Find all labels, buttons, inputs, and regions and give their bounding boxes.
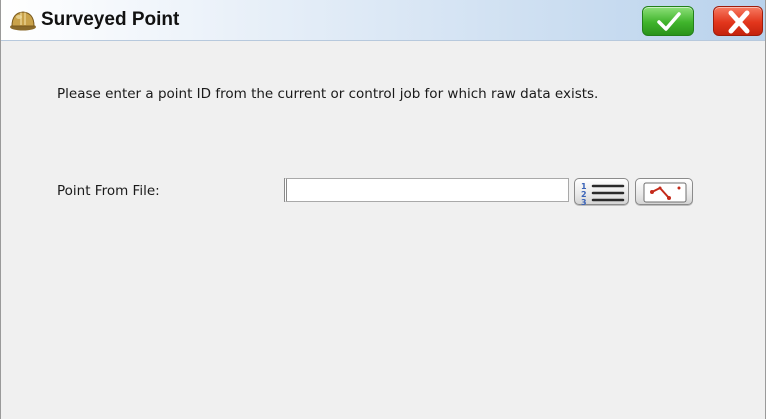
map-select-button[interactable] bbox=[635, 178, 693, 205]
point-from-file-input[interactable] bbox=[284, 178, 569, 202]
instruction-text: Please enter a point ID from the current… bbox=[57, 86, 599, 102]
point-list-button[interactable]: 1 2 3 bbox=[574, 178, 629, 206]
map-select-icon bbox=[643, 182, 687, 203]
point-from-file-label: Point From File: bbox=[57, 183, 160, 199]
close-button[interactable] bbox=[713, 6, 763, 36]
svg-text:3: 3 bbox=[581, 198, 587, 206]
numbered-list-icon: 1 2 3 bbox=[581, 182, 625, 206]
checkmark-icon bbox=[657, 12, 681, 31]
surveyed-point-dialog: Surveyed Point Please enter a point ID f… bbox=[0, 0, 766, 419]
ok-button[interactable] bbox=[642, 6, 694, 36]
close-x-icon bbox=[728, 10, 750, 34]
hard-hat-icon bbox=[9, 8, 37, 32]
title-bar: Surveyed Point bbox=[1, 0, 765, 41]
dialog-title: Surveyed Point bbox=[41, 9, 180, 30]
